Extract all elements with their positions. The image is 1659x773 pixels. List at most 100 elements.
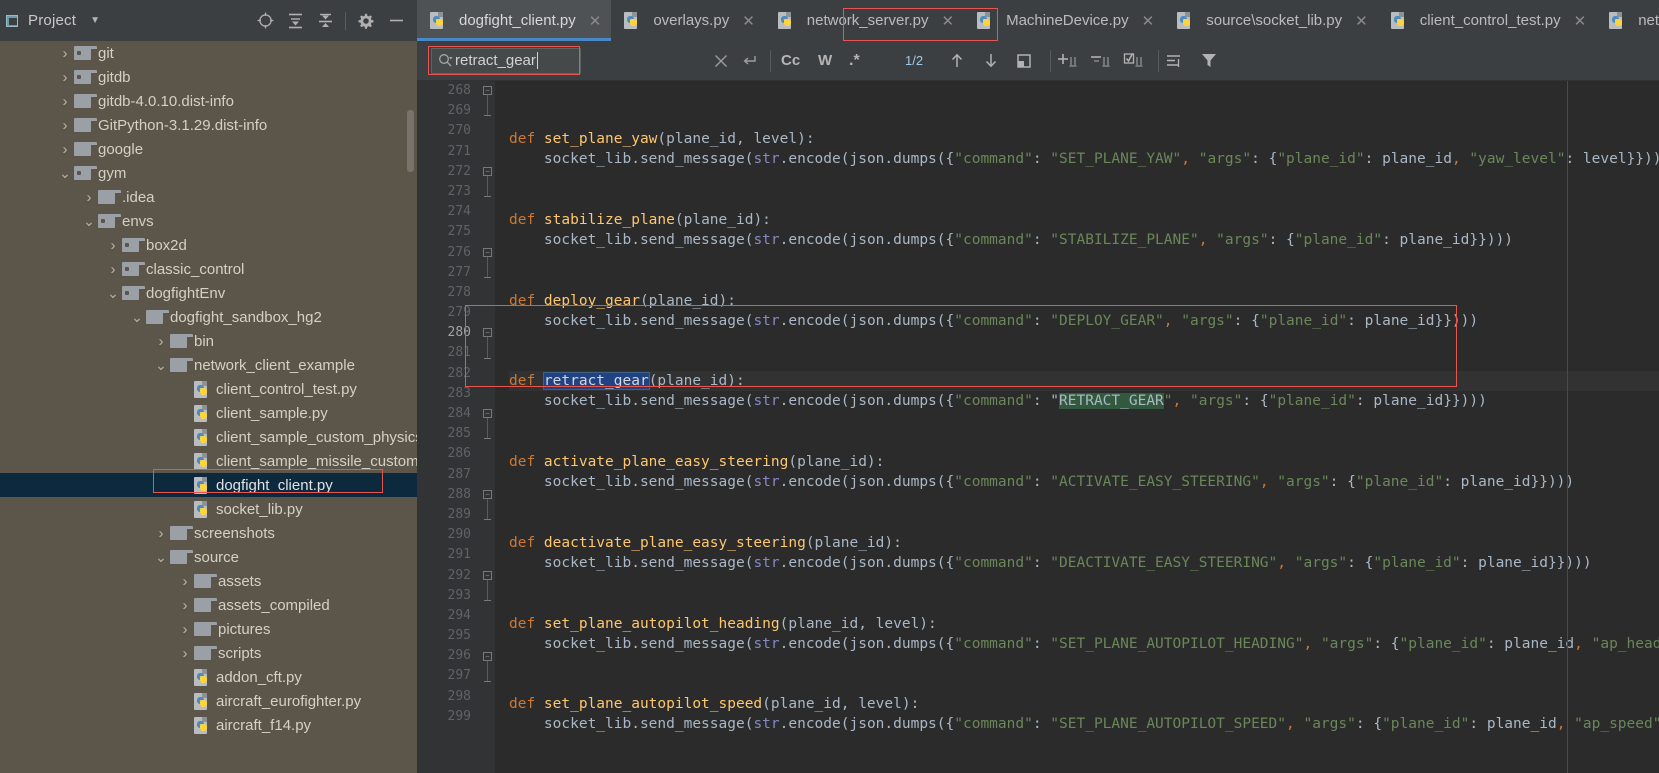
editor-tab-network-server-py[interactable]: network_server.py ✕ [765,0,964,41]
tree-item--idea[interactable]: › .idea [0,185,417,209]
tree-item-google[interactable]: › google [0,137,417,161]
chevron-right-icon[interactable]: › [152,526,170,541]
tree-item-network-client-example[interactable]: ⌄ network_client_example [0,353,417,377]
tree-item-gitdb[interactable]: › gitdb [0,65,417,89]
chevron-down-icon[interactable]: ⌄ [152,358,170,372]
fold-toggle-icon[interactable]: − [483,409,492,419]
chevron-right-icon[interactable]: › [56,70,74,85]
match-case-button[interactable]: Cc [772,52,809,69]
code-line[interactable]: def deploy_gear(plane_id): [509,291,1659,311]
tree-item-assets[interactable]: › assets [0,569,417,593]
code-line[interactable]: socket_lib.send_message(str.encode(json.… [509,714,1659,734]
code-line[interactable] [509,492,1659,512]
find-next-icon[interactable] [978,41,1004,81]
hide-panel-icon[interactable] [381,7,411,35]
chevron-right-icon[interactable]: › [56,142,74,157]
remove-line-icon[interactable] [1085,41,1117,81]
code-line[interactable] [509,412,1659,432]
editor-tab-bar[interactable]: dogfight_client.py ✕ overlays.py ✕ network_s… [417,0,1659,41]
fold-toggle-icon[interactable]: − [483,247,492,257]
fold-toggle-icon[interactable]: − [483,651,492,661]
chevron-down-icon[interactable]: ⌄ [56,166,74,180]
chevron-down-icon[interactable]: ⌄ [152,550,170,564]
editor-tab-client-control-test-py[interactable]: client_control_test.py ✕ [1378,0,1597,41]
tree-item-pictures[interactable]: › pictures [0,617,417,641]
code-line[interactable]: socket_lib.send_message(str.encode(json.… [509,149,1659,169]
project-tree-scrollbar[interactable] [407,110,414,172]
code-line[interactable]: def activate_plane_easy_steering(plane_i… [509,452,1659,472]
select-lines-icon[interactable] [1118,41,1150,81]
code-line[interactable] [509,654,1659,674]
chevron-right-icon[interactable]: › [152,334,170,349]
tree-item-client-sample-py[interactable]: client_sample.py [0,401,417,425]
tree-item-socket-lib-py[interactable]: socket_lib.py [0,497,417,521]
new-line-search-icon[interactable] [736,41,762,81]
code-text-area[interactable]: def set_plane_yaw(plane_id, level): sock… [495,81,1659,773]
chevron-right-icon[interactable]: › [104,262,122,277]
locate-icon[interactable] [250,7,280,35]
tree-item-screenshots[interactable]: › screenshots [0,521,417,545]
code-line[interactable]: socket_lib.send_message(str.encode(json.… [509,391,1659,411]
tree-item-dogfight-sandbox-hg2[interactable]: ⌄ dogfight_sandbox_hg2 [0,305,417,329]
search-input[interactable]: retract_gear [431,47,581,74]
editor-tab-source-socket-lib-py[interactable]: source\socket_lib.py ✕ [1164,0,1377,41]
tree-item-git[interactable]: › git [0,41,417,65]
chevron-right-icon[interactable]: › [56,46,74,61]
close-tab-icon[interactable]: ✕ [942,12,955,30]
chevron-right-icon[interactable]: › [176,622,194,637]
close-tab-icon[interactable]: ✕ [589,12,602,30]
filter-lines-icon[interactable] [1160,41,1188,81]
editor-tab-overlays-py[interactable]: overlays.py ✕ [611,0,764,41]
find-previous-icon[interactable] [944,41,970,81]
code-line[interactable] [509,250,1659,270]
code-line[interactable]: def set_plane_autopilot_heading(plane_id… [509,614,1659,634]
code-line[interactable] [509,593,1659,613]
code-line[interactable] [509,270,1659,290]
code-line[interactable]: socket_lib.send_message(str.encode(json.… [509,230,1659,250]
editor-tab-network-client-exam[interactable]: network_client_exam [1596,0,1659,41]
code-line[interactable]: socket_lib.send_message(str.encode(json.… [509,311,1659,331]
expand-all-icon[interactable] [280,7,310,35]
tree-item-dogfightenv[interactable]: ⌄ dogfightEnv [0,281,417,305]
code-line[interactable] [509,432,1659,452]
tree-item-box2d[interactable]: › box2d [0,233,417,257]
whole-words-button[interactable]: W [809,52,841,69]
chevron-down-icon[interactable]: ▼ [90,15,100,26]
chevron-down-icon[interactable]: ⌄ [104,286,122,300]
close-tab-icon[interactable]: ✕ [1574,12,1587,30]
tree-item-gitdb-4-0-10-dist-info[interactable]: › gitdb-4.0.10.dist-info [0,89,417,113]
fold-toggle-icon[interactable]: − [483,490,492,499]
code-line[interactable]: def retract_gear(plane_id): [509,371,1659,392]
chevron-right-icon[interactable]: › [80,190,98,205]
code-line[interactable] [509,190,1659,210]
code-line[interactable]: socket_lib.send_message(str.encode(json.… [509,472,1659,492]
code-line[interactable]: def set_plane_yaw(plane_id, level): [509,129,1659,149]
tree-item-aircraft-f14-py[interactable]: aircraft_f14.py [0,713,417,737]
tree-item-gitpython-3-1-29-dist-info[interactable]: › GitPython-3.1.29.dist-info [0,113,417,137]
settings-gear-icon[interactable] [351,7,381,35]
regex-button[interactable]: .* [840,52,869,70]
code-line[interactable]: def stabilize_plane(plane_id): [509,210,1659,230]
tree-item-bin[interactable]: › bin [0,329,417,353]
tree-item-client-control-test-py[interactable]: client_control_test.py [0,377,417,401]
fold-toggle-icon[interactable]: − [483,166,492,176]
code-line[interactable]: def set_plane_autopilot_speed(plane_id, … [509,694,1659,714]
tree-item-source[interactable]: ⌄ source [0,545,417,569]
fold-toggle-icon[interactable]: − [483,570,492,580]
close-tab-icon[interactable]: ✕ [1355,12,1368,30]
chevron-right-icon[interactable]: › [56,94,74,109]
code-line[interactable] [509,674,1659,694]
code-line[interactable]: def deactivate_plane_easy_steering(plane… [509,533,1659,553]
editor-tab-machinedevice-py[interactable]: MachineDevice.py ✕ [964,0,1164,41]
chevron-down-icon[interactable]: ⌄ [128,310,146,324]
add-line-icon[interactable] [1052,41,1084,81]
chevron-right-icon[interactable]: › [176,598,194,613]
fold-toggle-icon[interactable]: − [483,328,492,338]
tree-item-aircraft-eurofighter-py[interactable]: aircraft_eurofighter.py [0,689,417,713]
project-file-tree[interactable]: › git › gitdb › gitdb-4.0.10.dist-info › GitPyt… [0,41,417,773]
tree-item-classic-control[interactable]: › classic_control [0,257,417,281]
tree-item-envs[interactable]: ⌄ envs [0,209,417,233]
tree-item-client-sample-missile-custom-p[interactable]: client_sample_missile_custom_p [0,449,417,473]
code-line[interactable] [509,169,1659,189]
filter-icon[interactable] [1195,41,1223,81]
